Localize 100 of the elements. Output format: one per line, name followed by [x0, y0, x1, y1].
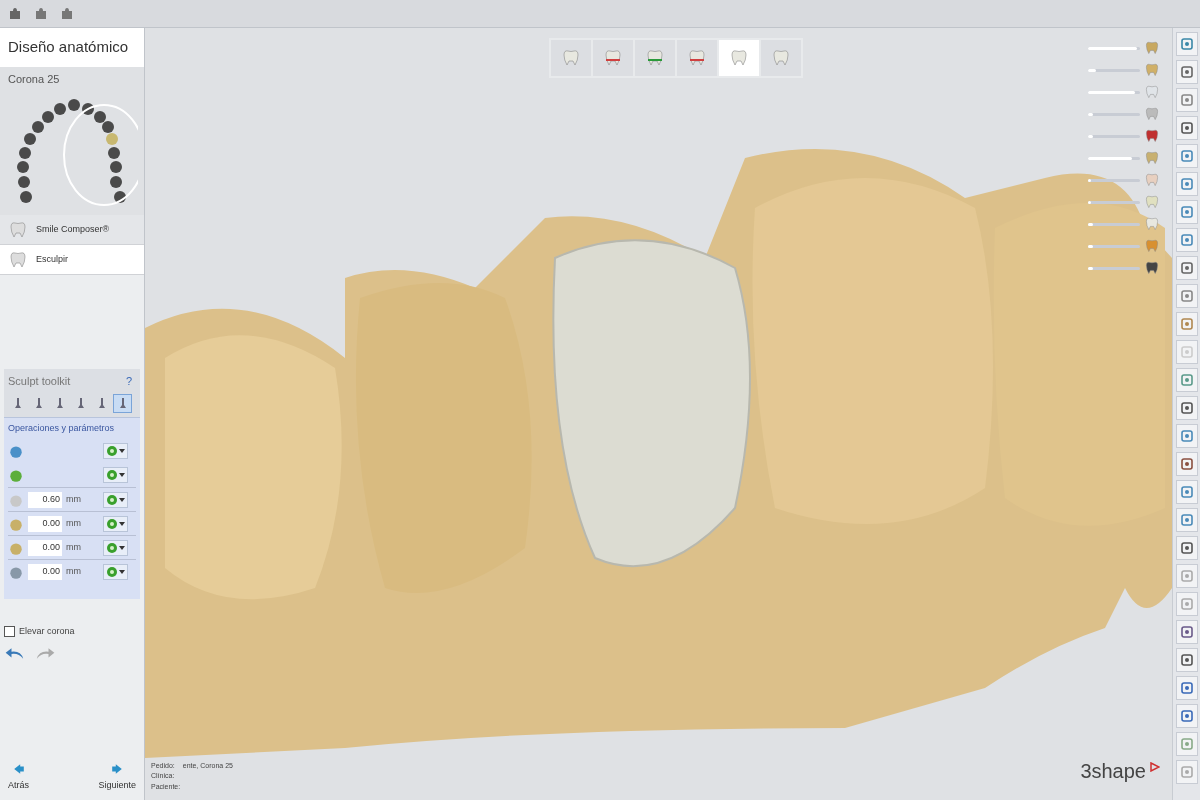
tool-icon	[1179, 121, 1194, 135]
tool-button[interactable]	[1175, 32, 1198, 56]
circle-icon	[106, 517, 118, 530]
circle-icon	[106, 445, 118, 457]
tool-button[interactable]	[1175, 620, 1198, 644]
tool-button[interactable]	[1175, 396, 1198, 420]
case-label: Corona 25	[8, 71, 61, 87]
circle-icon	[106, 493, 118, 506]
tool-button[interactable]	[1175, 200, 1198, 224]
toggle-button[interactable]	[103, 443, 128, 459]
section-title: Operaciones y parámetros	[8, 421, 116, 435]
toggle-button[interactable]	[103, 467, 128, 483]
tool-icon	[1179, 765, 1194, 779]
left-arrow-icon	[12, 762, 25, 775]
design-step[interactable]: Smile Composer®	[0, 215, 144, 245]
tool-icon	[1179, 429, 1194, 443]
layer-tooth-icon	[1144, 106, 1160, 122]
layer-tooth-icon	[1144, 194, 1160, 210]
tool-icon	[1179, 177, 1194, 191]
sculpt-tool[interactable]	[113, 393, 132, 413]
help-button[interactable]: ?	[121, 373, 136, 390]
workflow-step[interactable]	[551, 40, 591, 76]
tool-button[interactable]	[1175, 256, 1198, 280]
tool-button[interactable]	[1175, 172, 1198, 196]
caret-icon	[119, 448, 125, 454]
workflow-step[interactable]	[593, 40, 633, 76]
toggle-button[interactable]	[103, 563, 128, 580]
number-field[interactable]: 0.60	[28, 491, 62, 508]
tool-icon	[1179, 373, 1194, 387]
tooth-icon	[645, 48, 665, 68]
circle-icon	[106, 541, 118, 554]
layer-tooth-icon	[1144, 62, 1160, 78]
layer-slider[interactable]	[1088, 200, 1140, 204]
tool-button[interactable]	[1175, 480, 1198, 504]
circle-icon	[106, 469, 118, 481]
workflow-step[interactable]	[635, 40, 675, 76]
layer-slider[interactable]	[1088, 266, 1140, 270]
tool-icon	[1179, 401, 1194, 415]
tool-icon	[1179, 233, 1194, 247]
tool-icon	[1179, 737, 1194, 751]
unit-label: mm	[66, 540, 81, 554]
checkbox-label: Elevar corona	[19, 625, 75, 638]
puzzle-icon	[59, 5, 75, 22]
tool-button[interactable]	[1175, 88, 1198, 112]
tool-icon	[1179, 709, 1194, 723]
undo-button[interactable]	[4, 646, 26, 661]
number-field[interactable]: 0.00	[28, 539, 62, 556]
caret-icon	[119, 472, 125, 478]
tooth-icon	[561, 48, 581, 68]
tool-button[interactable]	[1175, 312, 1198, 336]
layer-tooth-icon	[1144, 216, 1160, 232]
tool-button[interactable]	[1175, 704, 1198, 728]
tool-button[interactable]	[1175, 424, 1198, 448]
caret-icon	[119, 520, 125, 527]
checkbox[interactable]	[4, 626, 15, 638]
tool-button[interactable]	[1175, 508, 1198, 532]
tool-button[interactable]	[1175, 60, 1198, 84]
workflow-step[interactable]	[677, 40, 717, 76]
layer-tooth-icon	[1144, 172, 1160, 188]
redo-arrow-icon	[34, 646, 56, 661]
number-field[interactable]: 0.00	[28, 515, 62, 532]
tool-button[interactable]	[1175, 116, 1198, 140]
tooth-icon	[771, 48, 791, 68]
tool-icon	[1179, 345, 1194, 359]
workflow-step[interactable]	[761, 40, 801, 76]
workflow-step[interactable]	[719, 40, 759, 76]
caret-icon	[119, 496, 125, 503]
layer-tooth-icon	[1144, 84, 1160, 100]
layer-tooth-icon	[1144, 260, 1160, 276]
toggle-button[interactable]	[103, 539, 128, 556]
puzzle-icon	[33, 5, 49, 22]
layer-slider[interactable]	[1088, 244, 1140, 248]
tool-icon	[1179, 681, 1194, 695]
toggle-button[interactable]	[103, 515, 128, 532]
caret-icon	[119, 568, 125, 575]
tool-icon	[1179, 457, 1194, 471]
unit-label: mm	[66, 516, 81, 530]
right-arrow-icon	[111, 762, 124, 775]
layer-slider[interactable]	[1088, 222, 1140, 226]
tool-button[interactable]	[1175, 536, 1198, 560]
tool-button[interactable]	[1175, 284, 1198, 308]
tool-icon	[1179, 541, 1194, 555]
design-step[interactable]: Esculpir	[0, 245, 144, 275]
next-button[interactable]: Siguiente	[98, 762, 136, 792]
tool-button[interactable]	[1175, 676, 1198, 700]
number-field[interactable]: 0.00	[28, 563, 62, 580]
tool-button[interactable]	[1175, 228, 1198, 252]
tool-icon	[1179, 597, 1194, 611]
tool-button[interactable]	[1175, 144, 1198, 168]
back-button[interactable]: Atrás	[8, 762, 29, 792]
toggle-button[interactable]	[103, 491, 128, 508]
tool-button[interactable]	[1175, 452, 1198, 476]
tool-button[interactable]	[1175, 648, 1198, 672]
layer-slider[interactable]	[1088, 178, 1140, 182]
tool-icon	[1179, 485, 1194, 499]
tool-button[interactable]	[1175, 368, 1198, 392]
redo-button[interactable]	[34, 646, 56, 661]
tooth-icon	[729, 48, 749, 68]
caret-icon	[119, 544, 125, 551]
unit-label: mm	[66, 564, 81, 578]
